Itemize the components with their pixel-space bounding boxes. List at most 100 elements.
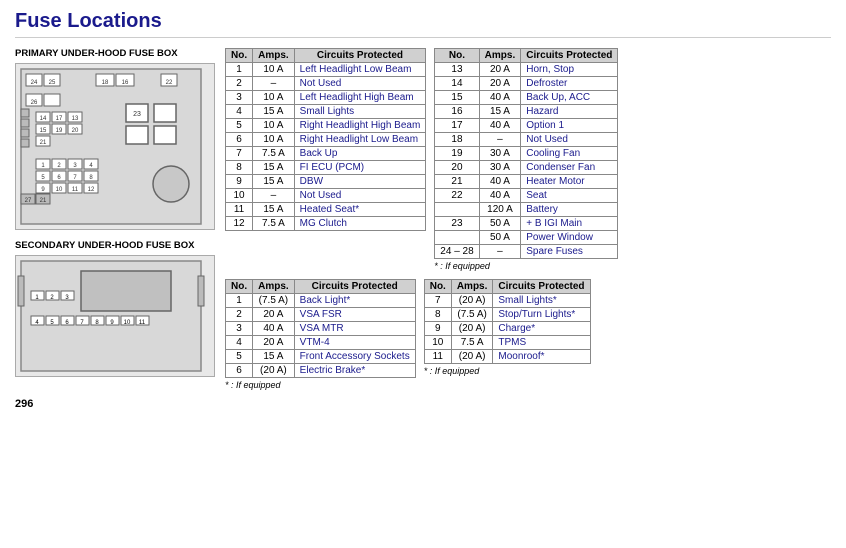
table-cell: Back Up: [294, 147, 426, 161]
table-cell: 21: [435, 175, 479, 189]
svg-text:18: 18: [102, 80, 109, 86]
table2-note: * : If equipped: [434, 261, 618, 271]
table3: No. Amps. Circuits Protected 1(7.5 A)Bac…: [225, 279, 416, 378]
table-cell: 20 A: [253, 308, 295, 322]
table-cell: 2: [226, 308, 253, 322]
svg-text:15: 15: [40, 128, 47, 134]
table-cell: 7: [226, 147, 253, 161]
svg-text:21: 21: [40, 140, 47, 146]
table4: No. Amps. Circuits Protected 7(20 A)Smal…: [424, 279, 591, 364]
table-cell: 15 A: [479, 105, 521, 119]
table-cell: 13: [435, 63, 479, 77]
table-cell: Battery: [521, 203, 618, 217]
table-cell: Small Lights*: [493, 294, 590, 308]
table-cell: VSA FSR: [294, 308, 415, 322]
table-cell: 9: [424, 322, 451, 336]
table-cell: 10 A: [253, 133, 295, 147]
table-cell: Not Used: [294, 77, 426, 91]
table-cell: Seat: [521, 189, 618, 203]
table-cell: 7: [424, 294, 451, 308]
table-cell: FI ECU (PCM): [294, 161, 426, 175]
table-cell: 9: [226, 175, 253, 189]
table3-col-circuits: Circuits Protected: [294, 280, 415, 294]
table-cell: 8: [424, 308, 451, 322]
table-cell: 10: [226, 189, 253, 203]
table-cell: 40 A: [479, 175, 521, 189]
table-cell: + B IGI Main: [521, 217, 618, 231]
table-cell: Not Used: [294, 189, 426, 203]
svg-text:22: 22: [166, 80, 173, 86]
table-cell: [435, 203, 479, 217]
primary-fuse-box-svg: 24 25 18 16 22 26 14: [16, 64, 206, 229]
table-cell: VSA MTR: [294, 322, 415, 336]
table-cell: (20 A): [451, 294, 493, 308]
table-cell: 5: [226, 350, 253, 364]
table-cell: 15: [435, 91, 479, 105]
table-cell: 7.5 A: [253, 147, 295, 161]
table-cell: 18: [435, 133, 479, 147]
svg-text:16: 16: [122, 80, 129, 86]
table-cell: 12: [226, 217, 253, 231]
table-cell: Electric Brake*: [294, 364, 415, 378]
table3-col-no: No.: [226, 280, 253, 294]
table-cell: 20 A: [479, 77, 521, 91]
page-title: Fuse Locations: [15, 10, 831, 38]
table-cell: 50 A: [479, 231, 521, 245]
table-cell: 10: [424, 336, 451, 350]
secondary-fuse-box-svg: 1 2 3 4 5 6 7 8 9 10: [16, 256, 206, 376]
table-cell: 11: [424, 350, 451, 364]
table-cell: 11: [226, 203, 253, 217]
table-cell: Horn, Stop: [521, 63, 618, 77]
table-cell: 14: [435, 77, 479, 91]
page-number: 296: [15, 398, 831, 410]
table-cell: 30 A: [479, 147, 521, 161]
table-cell: 8: [226, 161, 253, 175]
table-cell: Right Headlight Low Beam: [294, 133, 426, 147]
primary-fuse-box-diagram: 24 25 18 16 22 26 14: [15, 63, 215, 230]
table-cell: Option 1: [521, 119, 618, 133]
table-cell: 10 A: [253, 91, 295, 105]
table-cell: Small Lights: [294, 105, 426, 119]
table-cell: 24 – 28: [435, 245, 479, 259]
table-cell: Heated Seat*: [294, 203, 426, 217]
table4-container: No. Amps. Circuits Protected 7(20 A)Smal…: [424, 279, 591, 390]
left-column: PRIMARY UNDER-HOOD FUSE BOX 24 25 18 16 …: [15, 48, 215, 390]
table-cell: 7.5 A: [451, 336, 493, 350]
svg-text:25: 25: [49, 80, 56, 86]
table-cell: Condenser Fan: [521, 161, 618, 175]
table-cell: Not Used: [521, 133, 618, 147]
table-cell: Back Light*: [294, 294, 415, 308]
table-cell: Left Headlight High Beam: [294, 91, 426, 105]
secondary-fuse-box-diagram: 1 2 3 4 5 6 7 8 9 10: [15, 255, 215, 377]
table-cell: 17: [435, 119, 479, 133]
svg-text:17: 17: [56, 116, 63, 122]
table-cell: 2: [226, 77, 253, 91]
table-cell: 7.5 A: [253, 217, 295, 231]
table-cell: 40 A: [479, 119, 521, 133]
table-cell: 15 A: [253, 350, 295, 364]
table-cell: VTM-4: [294, 336, 415, 350]
table-cell: (20 A): [451, 350, 493, 364]
svg-text:20: 20: [72, 128, 79, 134]
main-content: PRIMARY UNDER-HOOD FUSE BOX 24 25 18 16 …: [15, 48, 831, 390]
table-cell: 30 A: [479, 161, 521, 175]
table-cell: 15 A: [253, 175, 295, 189]
table-cell: Right Headlight High Beam: [294, 119, 426, 133]
svg-text:10: 10: [124, 320, 131, 326]
table3-note: * : If equipped: [225, 380, 416, 390]
svg-text:21: 21: [40, 198, 47, 204]
svg-text:24: 24: [31, 80, 38, 86]
table-cell: Cooling Fan: [521, 147, 618, 161]
table-cell: 1: [226, 294, 253, 308]
table-cell: (20 A): [253, 364, 295, 378]
table-cell: Defroster: [521, 77, 618, 91]
table-cell: 6: [226, 364, 253, 378]
table2-col-circuits: Circuits Protected: [521, 49, 618, 63]
svg-text:27: 27: [25, 198, 32, 204]
table-cell: –: [253, 77, 295, 91]
table-cell: 6: [226, 133, 253, 147]
table-cell: 15 A: [253, 161, 295, 175]
table-cell: (20 A): [451, 322, 493, 336]
top-tables: No. Amps. Circuits Protected 110 ALeft H…: [225, 48, 831, 271]
table4-note: * : If equipped: [424, 366, 591, 376]
